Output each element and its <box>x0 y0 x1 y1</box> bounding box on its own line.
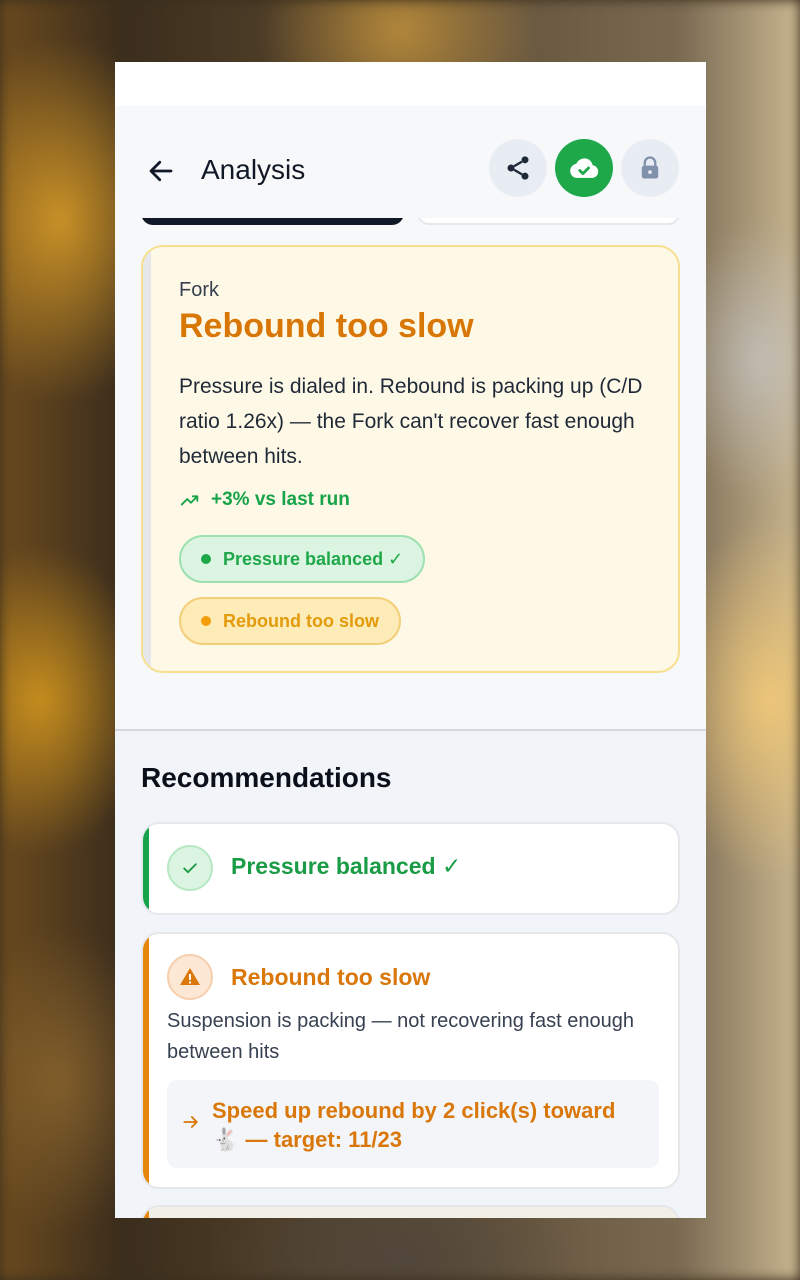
trend-indicator: +3% vs last run <box>179 489 350 511</box>
trending-up-icon <box>180 495 199 506</box>
lock-icon <box>641 156 659 179</box>
component-label: Fork <box>179 279 219 301</box>
action-text: Speed up rebound by 2 click(s) toward 🐇 … <box>212 1098 616 1152</box>
warning-icon <box>167 954 213 1000</box>
check-icon <box>167 845 213 891</box>
lock-button[interactable] <box>621 139 679 197</box>
share-icon <box>507 156 529 180</box>
page-title: Analysis <box>201 154 306 185</box>
recommendation-card-pressure[interactable]: Pressure balanced ✓ <box>141 822 680 915</box>
recommendation-action[interactable]: Speed up rebound by 2 click(s) toward 🐇 … <box>167 1080 659 1168</box>
diagnosis-card: Fork Rebound too slow Pressure is dialed… <box>141 245 680 673</box>
recommendation-card-next[interactable] <box>141 1205 680 1218</box>
cloud-sync-button[interactable] <box>555 139 613 197</box>
recommendation-title: Pressure balanced ✓ <box>231 853 462 879</box>
status-accent-bar <box>143 934 149 1187</box>
status-badge-pressure: Pressure balanced ✓ <box>179 535 426 583</box>
section-divider <box>115 729 706 731</box>
trend-text: +3% vs last run <box>211 489 350 510</box>
recommendation-card-rebound[interactable]: Rebound too slow Suspension is packing —… <box>141 932 680 1189</box>
recommendation-description: Suspension is packing — not recovering f… <box>167 1010 634 1063</box>
diagnosis-title: Rebound too slow <box>179 307 474 345</box>
badge-label: Pressure balanced ✓ <box>223 548 404 569</box>
status-badge-rebound: Rebound too slow <box>179 597 401 645</box>
status-accent-bar <box>143 1207 149 1218</box>
arrow-left-icon <box>149 160 173 182</box>
cloud-check-icon <box>570 158 599 178</box>
recommendation-title: Rebound too slow <box>231 964 431 990</box>
status-dot <box>201 616 211 626</box>
status-bar <box>115 62 706 106</box>
status-dot <box>201 554 211 564</box>
diagnosis-description: Pressure is dialed in. Rebound is packin… <box>179 375 643 468</box>
app-screen: Analysis Fork Rebound too slow Pressure … <box>115 62 706 1218</box>
recommendations-title: Recommendations <box>141 762 392 793</box>
badge-label: Rebound too slow <box>223 610 379 631</box>
status-accent-bar <box>143 824 149 913</box>
back-button[interactable] <box>141 151 181 191</box>
app-header: Analysis <box>115 106 706 218</box>
arrow-right-icon <box>183 1116 198 1128</box>
share-button[interactable] <box>489 139 547 197</box>
